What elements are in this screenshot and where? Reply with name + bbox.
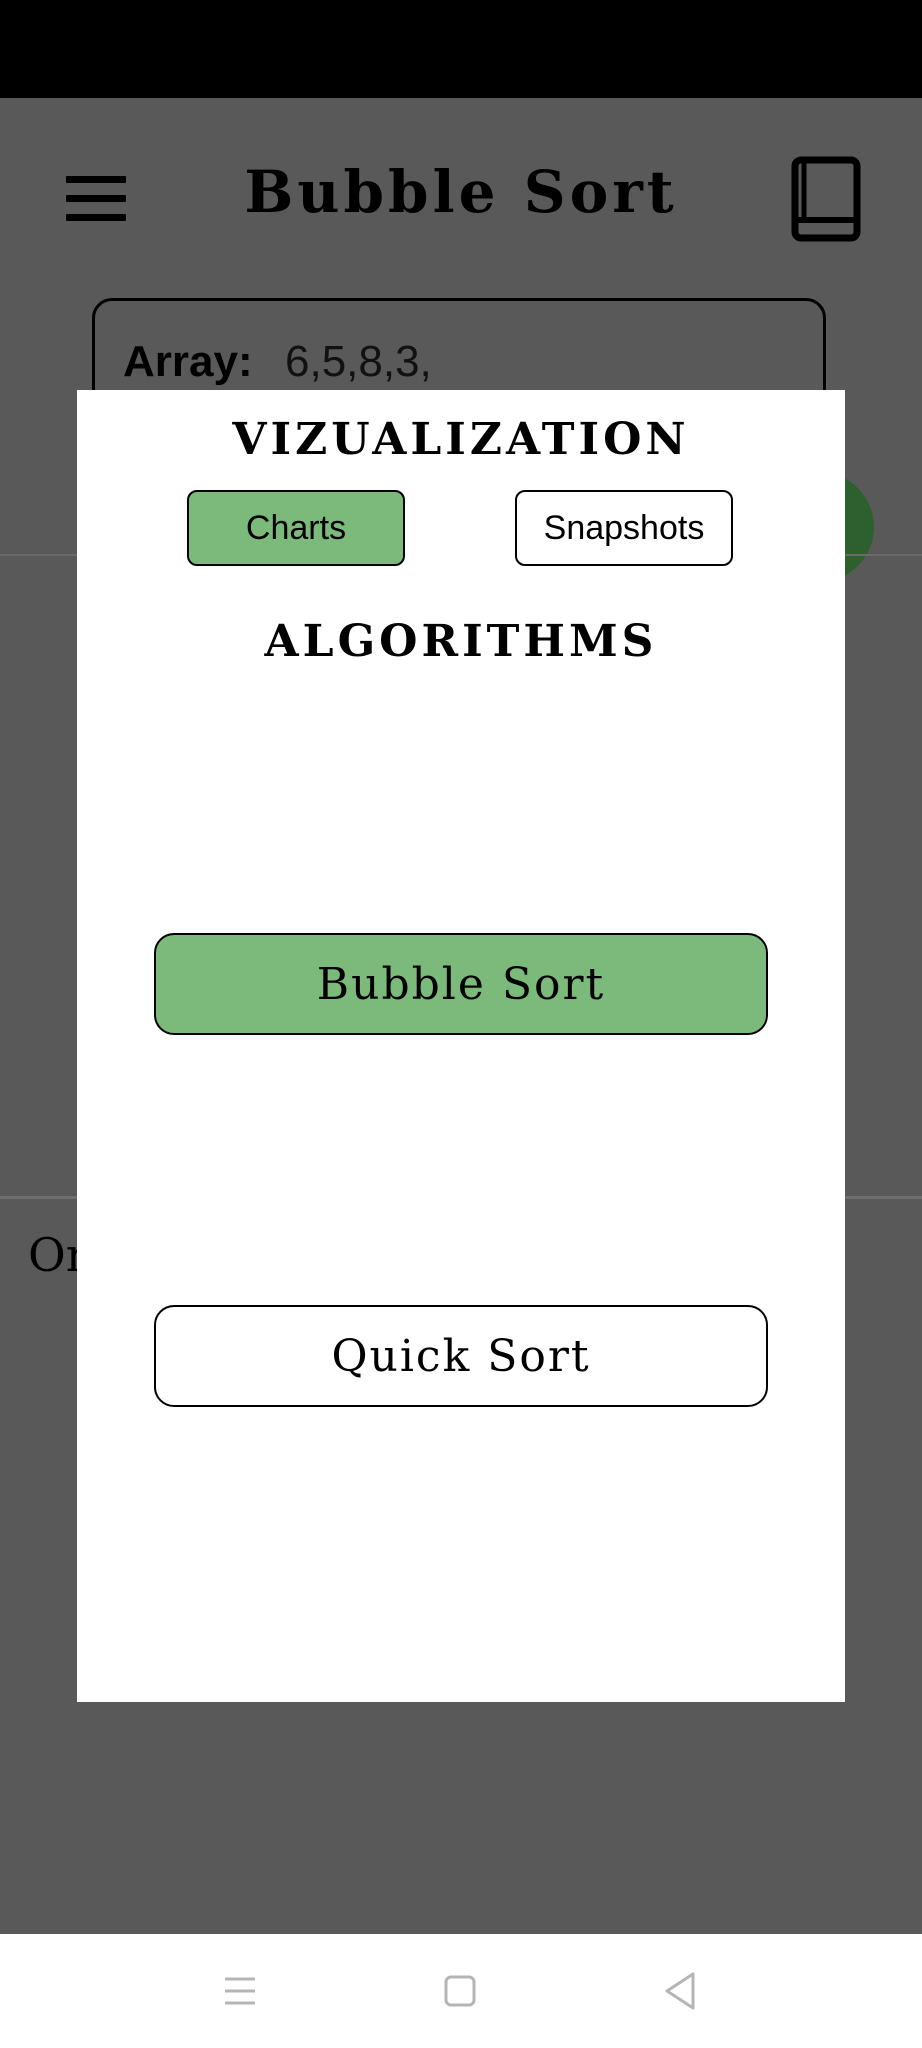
charts-button[interactable]: Charts: [187, 490, 405, 566]
home-icon[interactable]: [435, 1966, 485, 2016]
navigation-bar: [0, 1934, 922, 2048]
status-bar: [0, 0, 922, 98]
visualization-title: VIZUALIZATION: [232, 414, 690, 465]
array-label: Array:: [123, 337, 253, 386]
recent-apps-icon[interactable]: [215, 1966, 265, 2016]
bubble-sort-button[interactable]: Bubble Sort: [154, 933, 768, 1035]
snapshots-button[interactable]: Snapshots: [515, 490, 733, 566]
page-title: Bubble Sort: [244, 158, 678, 226]
array-value: 6,5,8,3,: [285, 337, 432, 386]
quick-sort-button[interactable]: Quick Sort: [154, 1305, 768, 1407]
back-icon[interactable]: [655, 1966, 705, 2016]
algorithms-title: ALGORITHMS: [264, 616, 658, 667]
book-icon[interactable]: [790, 156, 862, 242]
algorithm-dialog: VIZUALIZATION Charts Snapshots ALGORITHM…: [77, 390, 845, 1702]
